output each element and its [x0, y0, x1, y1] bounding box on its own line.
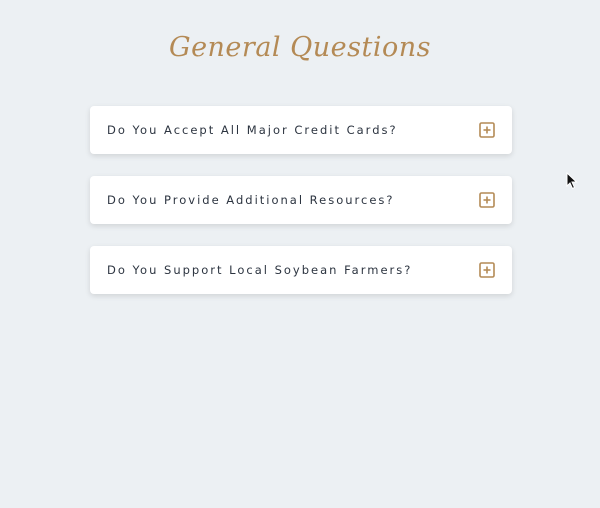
- faq-question: Do You Accept All Major Credit Cards?: [107, 123, 398, 137]
- faq-item-soybean-farmers[interactable]: Do You Support Local Soybean Farmers?: [90, 246, 512, 294]
- plus-square-icon[interactable]: [479, 192, 495, 208]
- faq-item-credit-cards[interactable]: Do You Accept All Major Credit Cards?: [90, 106, 512, 154]
- faq-question: Do You Provide Additional Resources?: [107, 193, 395, 207]
- page-title: General Questions: [169, 32, 431, 63]
- plus-square-icon[interactable]: [479, 122, 495, 138]
- faq-question: Do You Support Local Soybean Farmers?: [107, 263, 413, 277]
- mouse-cursor-icon: [566, 172, 578, 190]
- faq-item-additional-resources[interactable]: Do You Provide Additional Resources?: [90, 176, 512, 224]
- faq-list: Do You Accept All Major Credit Cards? Do…: [90, 106, 512, 316]
- plus-square-icon[interactable]: [479, 262, 495, 278]
